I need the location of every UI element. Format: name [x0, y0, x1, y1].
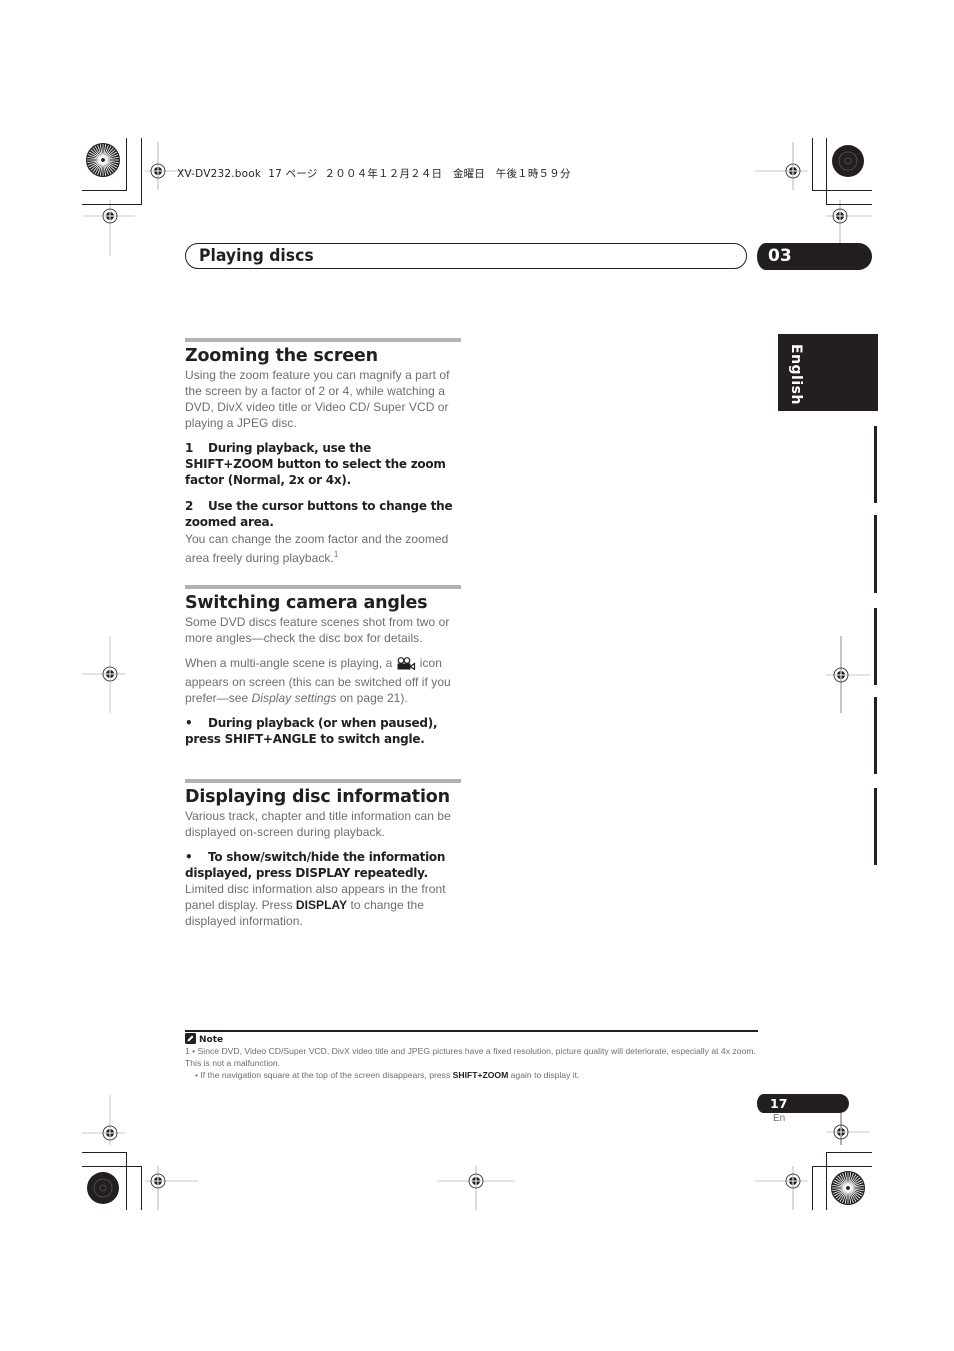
- registration-mark-mid-left: [82, 636, 125, 713]
- printer-marks: [82, 138, 872, 1210]
- section-rule: [185, 338, 461, 342]
- bullet-instruction: • During playback (or when paused), press…: [185, 716, 438, 746]
- bullet-instruction: • To show/switch/hide the information dis…: [185, 850, 446, 880]
- registration-mark-bottom-center: [437, 1166, 515, 1210]
- thumb-index-bar: [874, 788, 877, 865]
- file-info-line: XV-DV232.book 17 ページ ２００４年１２月２４日 金曜日 午後１…: [177, 168, 571, 180]
- page-language: En: [773, 1113, 786, 1124]
- chapter-number: 03: [768, 246, 792, 266]
- bullet-detail: Limited disc information also appears in…: [185, 882, 446, 928]
- step-2: 2 Use the cursor buttons to change the zo…: [185, 499, 453, 529]
- footnote-ref[interactable]: 1: [334, 550, 339, 559]
- thumb-index-bar: [874, 697, 877, 774]
- cross-reference-link[interactable]: Display settings: [252, 691, 337, 705]
- section-zooming: Zooming the screen Using the zoom featur…: [185, 338, 461, 568]
- note-rule: [185, 1030, 758, 1032]
- section-title: Zooming the screen: [185, 346, 378, 366]
- section-title: Switching camera angles: [185, 593, 428, 613]
- camera-angle-icon: [396, 657, 416, 674]
- registration-mark-mid-right: [826, 636, 870, 713]
- thumb-index-bar: [874, 608, 877, 685]
- thumb-index-bar: [874, 426, 877, 503]
- language-tab: English: [778, 334, 878, 411]
- section-disc-info: Displaying disc information Various trac…: [185, 779, 461, 929]
- language-tab-label: English: [788, 344, 804, 405]
- step-1: 1 During playback, use the SHIFT+ZOOM but…: [185, 441, 446, 487]
- step-2-detail: You can change the zoom factor and the z…: [185, 532, 449, 565]
- starburst-mark-top-right: [832, 145, 864, 177]
- note-line-2: • If the navigation square at the top of…: [195, 1070, 580, 1080]
- starburst-mark-bottom-left: [87, 1172, 119, 1204]
- chapter-title: Playing discs: [199, 246, 314, 266]
- section-intro: Various track, chapter and title informa…: [185, 809, 451, 839]
- section-rule: [185, 779, 461, 783]
- section-title: Displaying disc information: [185, 787, 450, 807]
- note-line-1: 1 • Since DVD, Video CD/Super VCD, DivX …: [185, 1046, 756, 1068]
- section-intro: Using the zoom feature you can magnify a…: [185, 368, 450, 430]
- thumb-index-bar: [874, 515, 877, 593]
- page-number: 17: [770, 1096, 788, 1111]
- section-rule: [185, 585, 461, 589]
- section-camera-angles: Switching camera angles Some DVD discs f…: [185, 585, 461, 747]
- angle-icon-paragraph: When a multi-angle scene is playing, a i…: [185, 656, 451, 705]
- section-intro: Some DVD discs feature scenes shot from …: [185, 615, 450, 645]
